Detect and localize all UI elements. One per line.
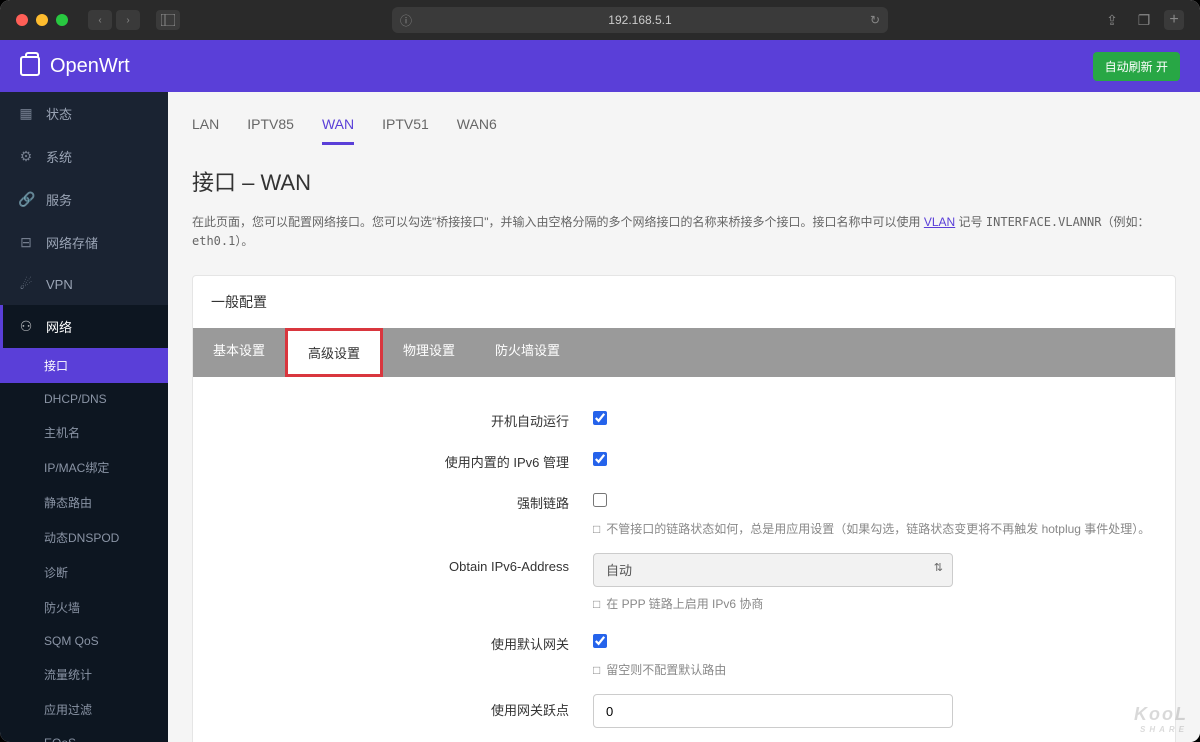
system-icon: ⚙ bbox=[18, 148, 34, 165]
tab-wan[interactable]: WAN bbox=[322, 110, 354, 145]
url-bar[interactable]: ⓘ 192.168.5.1 ↻ bbox=[392, 7, 888, 33]
sidebar-item-label: 状态 bbox=[46, 104, 72, 123]
label-forcelink: 强制链路 bbox=[193, 487, 593, 512]
vlan-link[interactable]: VLAN bbox=[924, 215, 955, 229]
submenu-appfilter[interactable]: 应用过滤 bbox=[0, 692, 168, 727]
tab-wan6[interactable]: WAN6 bbox=[457, 110, 497, 145]
submenu-diagnostics[interactable]: 诊断 bbox=[0, 555, 168, 590]
tabs-icon[interactable]: ❐ bbox=[1132, 10, 1156, 30]
submenu-dhcp-dns[interactable]: DHCP/DNS bbox=[0, 383, 168, 415]
sidebar-item-status[interactable]: ▦ 状态 bbox=[0, 92, 168, 135]
sidebar-item-label: 服务 bbox=[46, 190, 72, 209]
submenu-hostnames[interactable]: 主机名 bbox=[0, 415, 168, 450]
label-gw-metric: 使用网关跃点 bbox=[193, 694, 593, 719]
input-gw-metric[interactable] bbox=[593, 694, 953, 728]
app-header: OpenWrt 自动刷新 开 bbox=[0, 40, 1200, 92]
ctab-basic[interactable]: 基本设置 bbox=[193, 328, 285, 377]
sidebar-toggle-icon[interactable] bbox=[156, 10, 180, 30]
config-tabs: 基本设置 高级设置 物理设置 防火墙设置 bbox=[193, 328, 1175, 377]
sidebar-item-storage[interactable]: ⊟ 网络存储 bbox=[0, 221, 168, 264]
submenu-static-routes[interactable]: 静态路由 bbox=[0, 485, 168, 520]
main-content: LAN IPTV85 WAN IPTV51 WAN6 接口 – WAN 在此页面… bbox=[168, 92, 1200, 742]
general-config-panel: 一般配置 基本设置 高级设置 物理设置 防火墙设置 开机自动运行 使用内 bbox=[192, 275, 1176, 742]
page-title: 接口 – WAN bbox=[192, 165, 1176, 197]
panel-title: 一般配置 bbox=[193, 276, 1175, 328]
storage-icon: ⊟ bbox=[18, 234, 34, 251]
submenu-dnspod[interactable]: 动态DNSPOD bbox=[0, 520, 168, 555]
traffic-lights bbox=[16, 14, 68, 26]
sidebar-item-label: 网络 bbox=[46, 317, 72, 336]
label-obtain-ipv6: Obtain IPv6-Address bbox=[193, 553, 593, 574]
sidebar-item-vpn[interactable]: ☄ VPN bbox=[0, 264, 168, 305]
submenu-sqm[interactable]: SQM QoS bbox=[0, 625, 168, 657]
new-tab-button[interactable]: + bbox=[1164, 10, 1184, 30]
submenu-traffic[interactable]: 流量统计 bbox=[0, 657, 168, 692]
label-default-gw: 使用默认网关 bbox=[193, 628, 593, 653]
sidebar-submenu: 接口 DHCP/DNS 主机名 IP/MAC绑定 静态路由 动态DNSPOD 诊… bbox=[0, 348, 168, 742]
ctab-physical[interactable]: 物理设置 bbox=[383, 328, 475, 377]
browser-titlebar: ‹ › ⓘ 192.168.5.1 ↻ ⇪ ❐ + bbox=[0, 0, 1200, 40]
submenu-eqos[interactable]: EQoS bbox=[0, 727, 168, 742]
openwrt-icon bbox=[20, 56, 40, 76]
forward-button[interactable]: › bbox=[116, 10, 140, 30]
url-text: 192.168.5.1 bbox=[608, 13, 671, 27]
checkbox-forcelink[interactable] bbox=[593, 493, 607, 507]
close-window-button[interactable] bbox=[16, 14, 28, 26]
submenu-firewall[interactable]: 防火墙 bbox=[0, 590, 168, 625]
brand-logo[interactable]: OpenWrt bbox=[20, 55, 130, 78]
watermark: KooL SHARE bbox=[1134, 704, 1188, 734]
tab-iptv51[interactable]: IPTV51 bbox=[382, 110, 429, 145]
sidebar-item-services[interactable]: 🔗 服务 bbox=[0, 178, 168, 221]
share-icon[interactable]: ⇪ bbox=[1100, 10, 1124, 30]
auto-refresh-button[interactable]: 自动刷新 开 bbox=[1093, 52, 1180, 81]
hint-default-gw: 留空则不配置默认路由 bbox=[593, 661, 1175, 678]
brand-name: OpenWrt bbox=[50, 55, 130, 78]
sidebar: ▦ 状态 ⚙ 系统 🔗 服务 ⊟ 网络存储 ☄ VPN ⚇ 网络 接口 DHCP/DNS 主… bbox=[0, 92, 168, 742]
maximize-window-button[interactable] bbox=[56, 14, 68, 26]
sidebar-item-label: 网络存储 bbox=[46, 233, 98, 252]
submenu-interfaces[interactable]: 接口 bbox=[0, 348, 168, 383]
minimize-window-button[interactable] bbox=[36, 14, 48, 26]
status-icon: ▦ bbox=[18, 105, 34, 122]
advanced-settings-form: 开机自动运行 使用内置的 IPv6 管理 强制链路 不管接口的链路状态如何，总是… bbox=[193, 377, 1175, 742]
tab-lan[interactable]: LAN bbox=[192, 110, 219, 145]
interface-tabs: LAN IPTV85 WAN IPTV51 WAN6 bbox=[192, 110, 1176, 145]
vpn-icon: ☄ bbox=[18, 276, 34, 293]
checkbox-ipv6mgmt[interactable] bbox=[593, 452, 607, 466]
hint-forcelink: 不管接口的链路状态如何，总是用应用设置（如果勾选，链路状态变更将不再触发 hot… bbox=[593, 520, 1175, 537]
page-description: 在此页面，您可以配置网络接口。您可以勾选"桥接接口"，并输入由空格分隔的多个网络… bbox=[192, 213, 1176, 251]
label-ipv6mgmt: 使用内置的 IPv6 管理 bbox=[193, 446, 593, 471]
sidebar-item-label: 系统 bbox=[46, 147, 72, 166]
sidebar-item-network[interactable]: ⚇ 网络 bbox=[0, 305, 168, 348]
ctab-advanced[interactable]: 高级设置 bbox=[285, 328, 383, 377]
sidebar-item-system[interactable]: ⚙ 系统 bbox=[0, 135, 168, 178]
submenu-ip-mac[interactable]: IP/MAC绑定 bbox=[0, 450, 168, 485]
services-icon: 🔗 bbox=[18, 191, 34, 208]
site-info-icon[interactable]: ⓘ bbox=[400, 12, 412, 29]
network-icon: ⚇ bbox=[18, 318, 34, 335]
checkbox-default-gw[interactable] bbox=[593, 634, 607, 648]
tab-iptv85[interactable]: IPTV85 bbox=[247, 110, 294, 145]
back-button[interactable]: ‹ bbox=[88, 10, 112, 30]
hint-obtain-ipv6: 在 PPP 链路上启用 IPv6 协商 bbox=[593, 595, 1175, 612]
sidebar-item-label: VPN bbox=[46, 277, 73, 292]
label-autostart: 开机自动运行 bbox=[193, 405, 593, 430]
reload-icon[interactable]: ↻ bbox=[870, 13, 880, 27]
ctab-firewall[interactable]: 防火墙设置 bbox=[475, 328, 580, 377]
select-obtain-ipv6[interactable]: 自动 bbox=[593, 553, 953, 587]
checkbox-autostart[interactable] bbox=[593, 411, 607, 425]
